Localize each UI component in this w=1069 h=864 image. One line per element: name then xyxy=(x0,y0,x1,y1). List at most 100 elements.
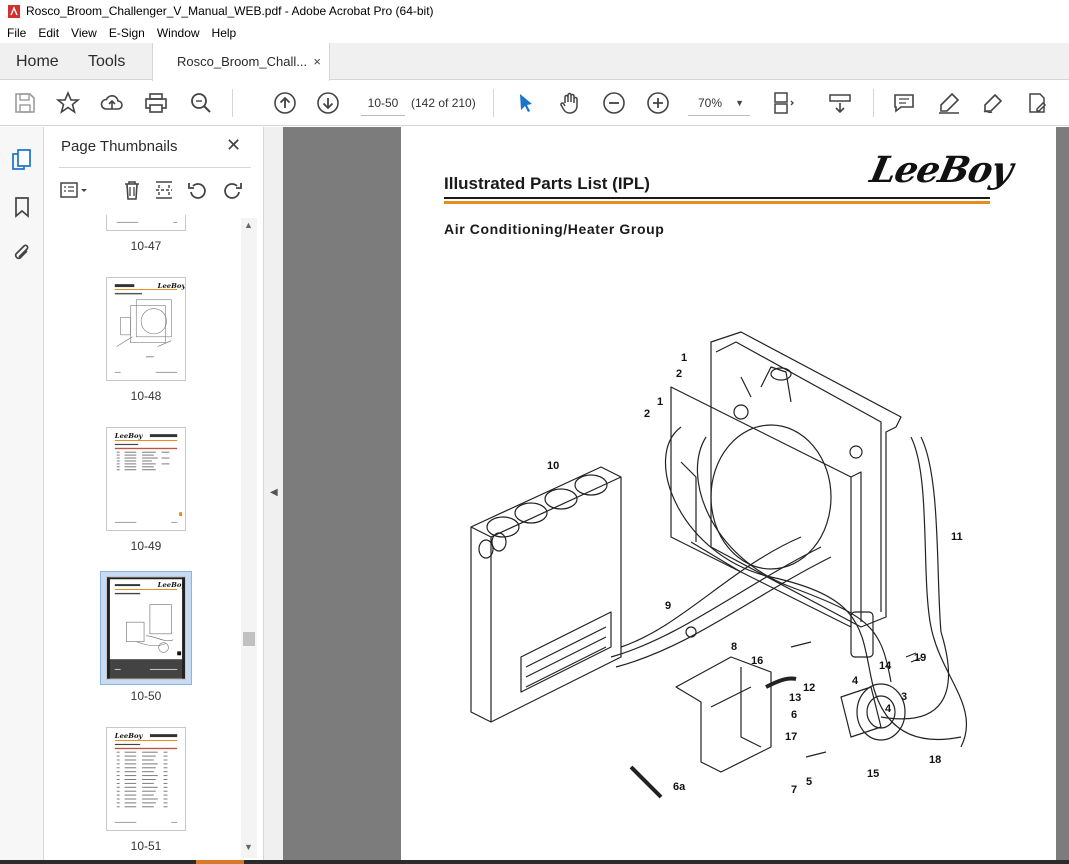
sign-pen-icon[interactable] xyxy=(981,91,1005,115)
callout-label: 15 xyxy=(867,768,879,780)
callout-label: 9 xyxy=(665,600,671,612)
collapse-panel-icon[interactable]: ◀ xyxy=(270,487,278,498)
panel-title: Page Thumbnails xyxy=(61,138,178,155)
page-thumbnail[interactable] xyxy=(106,215,186,231)
page-thumbnails-icon[interactable] xyxy=(11,149,33,171)
thumbnail-label: 10-51 xyxy=(130,839,162,853)
thumbnails-scrollbar[interactable]: ▲ ▼ xyxy=(241,218,257,858)
menu-window[interactable]: Window xyxy=(151,26,206,40)
svg-text:LeeBoy: LeeBoy xyxy=(157,282,185,290)
menu-bar: File Edit View E-Sign Window Help xyxy=(0,22,1069,43)
star-icon[interactable] xyxy=(55,90,81,115)
toolbar-separator xyxy=(232,89,233,117)
menu-help[interactable]: Help xyxy=(206,26,243,40)
thumbnails-list: 10-47 LeeBoy 10-48 LeeBoy 10-49 LeeBoy 1… xyxy=(45,215,263,864)
callout-label: 8 xyxy=(731,641,737,653)
edit-pdf-icon[interactable] xyxy=(1025,91,1049,115)
menu-file[interactable]: File xyxy=(0,26,32,40)
menu-esign[interactable]: E-Sign xyxy=(103,26,151,40)
highlight-pen-icon[interactable] xyxy=(937,91,961,115)
section-subtitle: Air Conditioning/Heater Group xyxy=(444,221,665,237)
page-thumbnail[interactable]: LeeBoy xyxy=(106,727,186,831)
page-down-icon[interactable] xyxy=(316,91,340,115)
callout-label: 13 xyxy=(789,692,801,704)
delete-page-icon[interactable] xyxy=(121,179,143,201)
callout-label: 3 xyxy=(901,691,907,703)
callout-label: 10 xyxy=(547,460,559,472)
heading-accent-rule xyxy=(444,201,990,204)
callout-label: 18 xyxy=(929,754,941,766)
condenser-shroud xyxy=(710,331,902,628)
chevron-down-icon: ▼ xyxy=(735,98,744,108)
thumbnail-label: 10-49 xyxy=(130,539,162,553)
page-thumbnail[interactable]: LeeBoy xyxy=(106,277,186,381)
callout-label: 7 xyxy=(791,784,797,796)
toolbar-separator xyxy=(493,89,494,117)
hand-tool-icon[interactable] xyxy=(558,91,582,115)
rotate-right-icon[interactable] xyxy=(221,179,243,201)
callout-label: 14 xyxy=(879,660,892,672)
scroll-mode-icon[interactable] xyxy=(828,91,852,115)
extract-page-icon[interactable] xyxy=(153,179,175,201)
panel-close-icon[interactable]: ✕ xyxy=(226,135,241,156)
search-icon[interactable] xyxy=(189,91,213,115)
svg-text:LeeBoy: LeeBoy xyxy=(157,581,185,589)
page-thumbnail-selected[interactable]: LeeBoy xyxy=(106,576,186,680)
rotate-left-icon[interactable] xyxy=(187,179,209,201)
callout-label: 6a xyxy=(673,781,686,793)
thumbnail-label: 10-47 xyxy=(130,239,162,253)
scroll-down-icon[interactable]: ▼ xyxy=(244,842,253,852)
heater-box xyxy=(470,466,622,723)
callout-label: 1 xyxy=(657,396,663,408)
zoom-select[interactable]: 70% ▼ xyxy=(688,90,750,116)
callout-label: 5 xyxy=(806,776,812,788)
zoom-out-icon[interactable] xyxy=(602,91,626,115)
page-number-input[interactable]: 10-50 xyxy=(361,90,405,116)
callout-label: 4 xyxy=(852,675,859,687)
page-up-icon[interactable] xyxy=(273,91,297,115)
tab-home[interactable]: Home xyxy=(16,43,59,80)
tab-document[interactable]: Rosco_Broom_Chall... × xyxy=(152,43,330,81)
callout-label: 19 xyxy=(914,652,926,664)
bookmark-icon[interactable] xyxy=(11,196,33,218)
heading-rule xyxy=(444,197,990,199)
tab-document-label: Rosco_Broom_Chall... xyxy=(177,54,308,69)
panel-splitter[interactable]: ◀ xyxy=(263,127,283,864)
page-thumbnail[interactable]: LeeBoy xyxy=(106,427,186,531)
tab-tools[interactable]: Tools xyxy=(88,43,125,80)
tab-bar: Home Tools Rosco_Broom_Chall... × xyxy=(0,43,1069,81)
page-heading: Illustrated Parts List (IPL) xyxy=(444,174,650,193)
save-icon[interactable] xyxy=(13,91,37,115)
select-cursor-icon[interactable] xyxy=(514,91,538,115)
zoom-in-icon[interactable] xyxy=(646,91,670,115)
callout-label: 6 xyxy=(791,709,797,721)
thumbnails-panel: Page Thumbnails ✕ 10-47 LeeBoy 10-48 Lee… xyxy=(45,127,263,864)
upload-cloud-icon[interactable] xyxy=(100,91,124,115)
print-icon[interactable] xyxy=(144,91,168,115)
document-viewer[interactable]: Illustrated Parts List (IPL) LeeBoy Air … xyxy=(283,127,1069,864)
panel-divider xyxy=(59,167,251,168)
callout-label: 2 xyxy=(676,368,682,380)
acrobat-icon xyxy=(8,4,20,18)
pdf-page: Illustrated Parts List (IPL) LeeBoy Air … xyxy=(401,127,1056,864)
tab-close-icon[interactable]: × xyxy=(313,43,321,80)
toolbar-separator xyxy=(873,89,874,117)
comment-icon[interactable] xyxy=(892,91,916,115)
scroll-up-icon[interactable]: ▲ xyxy=(244,220,253,230)
menu-edit[interactable]: Edit xyxy=(32,26,65,40)
menu-view[interactable]: View xyxy=(65,26,103,40)
parts-diagram: 1 2 1 2 10 9 8 16 11 19 14 12 13 4 4 3 6… xyxy=(470,331,967,799)
thumbnail-label-selected: 10-50 xyxy=(130,689,162,703)
callout-label: 16 xyxy=(751,655,763,667)
svg-text:LeeBoy: LeeBoy xyxy=(114,432,144,440)
window-titlebar: Rosco_Broom_Challenger_V_Manual_WEB.pdf … xyxy=(0,0,1069,22)
left-navigation-rail xyxy=(0,127,44,864)
leeboy-logo: LeeBoy xyxy=(866,149,1016,191)
callout-label: 11 xyxy=(951,531,963,543)
attachment-icon[interactable] xyxy=(11,242,33,264)
scrollbar-thumb[interactable] xyxy=(243,632,255,646)
panel-toolbar xyxy=(59,177,259,205)
callout-label: 17 xyxy=(785,731,797,743)
options-menu-icon[interactable] xyxy=(59,179,87,201)
fit-page-icon[interactable] xyxy=(772,91,796,115)
